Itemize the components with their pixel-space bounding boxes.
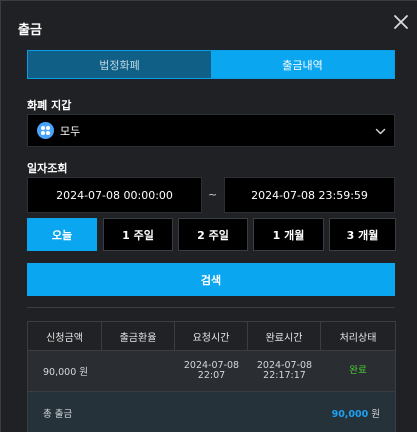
- completed-time: 22:17:17: [263, 370, 306, 381]
- wallet-select-value: 모두: [60, 124, 81, 138]
- column-header: 요청시간: [175, 322, 248, 350]
- column-header: 출금환율: [102, 322, 175, 350]
- column-header: 처리상태: [339, 332, 377, 344]
- total-value: 90,000 원: [332, 406, 380, 420]
- amount-cell: 90,000 원: [43, 367, 89, 378]
- status-cell: 완료: [349, 365, 367, 376]
- tab-bar: 법정화폐 출금내역: [27, 50, 395, 79]
- withdraw-modal: 출금 법정화폐 출금내역 화폐 지갑 모두 일자조회 2024-07-08 00…: [0, 0, 417, 432]
- completed-time-cell: 2024-07-08 22:17:17: [248, 351, 321, 391]
- withdraw-history-table: 신청금액 출금환율 요청시간 완료시간 처리상태 90,000 원 2024-0…: [27, 321, 396, 432]
- range-2week-button[interactable]: 2 주일: [178, 218, 248, 251]
- date-separator: ~: [208, 188, 218, 201]
- date-query-label: 일자조회: [27, 162, 68, 175]
- requested-time: 22:07: [197, 370, 226, 381]
- end-date-input[interactable]: 2024-07-08 23:59:59: [224, 177, 395, 213]
- total-amount: 90,000: [331, 408, 369, 420]
- total-label: 총 출금: [43, 408, 73, 420]
- rate-cell: [102, 351, 175, 391]
- wallet-select[interactable]: 모두: [27, 114, 395, 147]
- column-header: 신청금액: [28, 322, 102, 350]
- table-row: 90,000 원 2024-07-08 22:07 2024-07-08 22:…: [28, 351, 395, 392]
- wallet-label: 화폐 지갑: [27, 99, 72, 112]
- range-today-button[interactable]: 오늘: [27, 218, 97, 251]
- table-header: 신청금액 출금환율 요청시간 완료시간 처리상태: [28, 322, 395, 351]
- total-row: 총 출금 90,000 원: [28, 392, 395, 432]
- chevron-down-icon: [375, 128, 386, 135]
- start-date-input[interactable]: 2024-07-08 00:00:00: [27, 177, 202, 213]
- tab-withdraw-history[interactable]: 출금내역: [211, 51, 394, 78]
- column-header: 완료시간: [248, 322, 321, 350]
- range-1month-button[interactable]: 1 개월: [253, 218, 324, 251]
- tab-fiat[interactable]: 법정화폐: [28, 51, 211, 78]
- divider: [27, 307, 395, 308]
- search-button[interactable]: 검색: [27, 263, 395, 296]
- total-unit: 원: [371, 408, 380, 420]
- range-1week-button[interactable]: 1 주일: [103, 218, 173, 251]
- requested-time-cell: 2024-07-08 22:07: [175, 351, 248, 391]
- modal-title: 출금: [18, 23, 42, 38]
- range-3month-button[interactable]: 3 개월: [329, 218, 396, 251]
- close-icon[interactable]: [392, 13, 410, 31]
- coin-icon: [37, 122, 54, 139]
